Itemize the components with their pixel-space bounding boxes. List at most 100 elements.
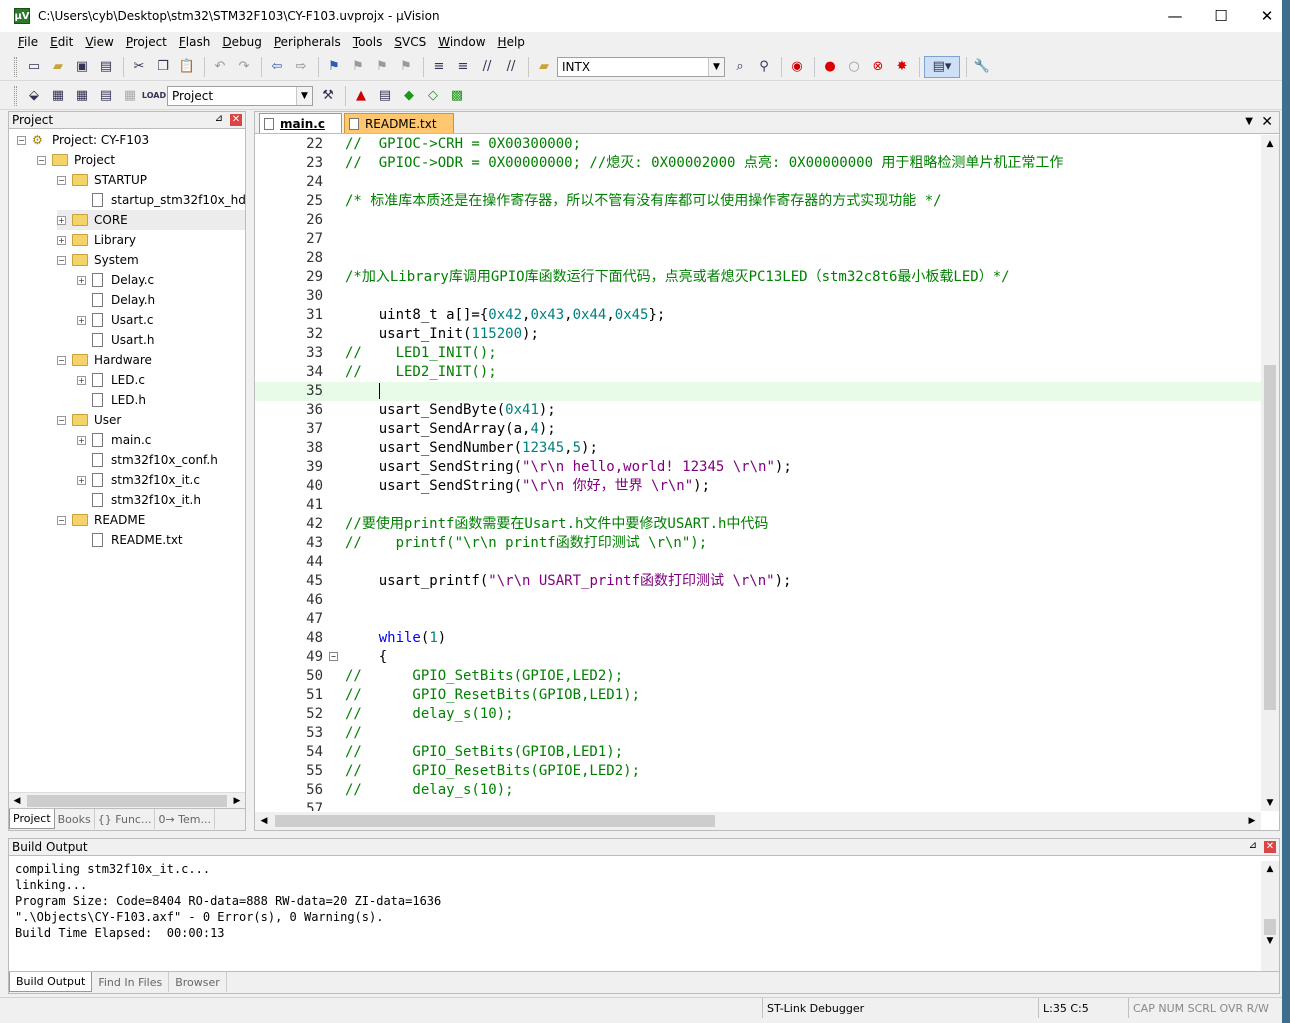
code-line[interactable]: 46 <box>255 591 1261 610</box>
unindent-icon[interactable]: ≡ <box>452 56 474 78</box>
save-icon[interactable]: ▣ <box>71 56 93 78</box>
expand-icon[interactable]: + <box>57 215 66 225</box>
code-line[interactable]: 32 usart_Init(115200); <box>255 325 1261 344</box>
tab-project-panel-2[interactable]: {} Func... <box>95 809 156 829</box>
expand-icon[interactable]: + <box>77 275 86 285</box>
code-line[interactable]: 24 <box>255 173 1261 192</box>
tree-node-delay-c[interactable]: + Delay.c <box>77 270 154 290</box>
tree-node-project-cy-f103[interactable]: − ⚙ Project: CY-F103 <box>17 130 149 150</box>
breakpoint-kill-all-icon[interactable]: ✸ <box>891 56 913 78</box>
rebuild-icon[interactable]: ▦ <box>71 85 93 107</box>
open-folder-icon[interactable]: ▰ <box>47 56 69 78</box>
code-line[interactable]: 50 // GPIO_SetBits(GPIOE,LED2); <box>255 667 1261 686</box>
pack-installer-icon[interactable]: ◇ <box>422 85 444 107</box>
code-line[interactable]: 37 usart_SendArray(a,4); <box>255 420 1261 439</box>
code-line[interactable]: 23 // GPIOC->ODR = 0X00000000; //熄灭: 0X00… <box>255 154 1261 173</box>
code-line[interactable]: 26 <box>255 211 1261 230</box>
menu-peripherals[interactable]: Peripherals <box>268 35 347 49</box>
tree-node-stm32f10x-it-h[interactable]: stm32f10x_it.h <box>77 490 201 510</box>
debug-start-icon[interactable]: ◉ <box>786 56 808 78</box>
editor-hscrollbar[interactable]: ◀ ▶ <box>255 812 1261 830</box>
menu-view[interactable]: View <box>79 35 119 49</box>
expand-icon[interactable]: + <box>57 235 66 245</box>
close-icon[interactable]: ✕ <box>230 114 242 126</box>
code-line[interactable]: 55 // GPIO_ResetBits(GPIOE,LED2); <box>255 762 1261 781</box>
tab-project-panel-3[interactable]: 0→ Tem... <box>155 809 215 829</box>
code-line[interactable]: 30 <box>255 287 1261 306</box>
translate-icon[interactable]: ⬙ <box>23 85 45 107</box>
scroll-thumb[interactable] <box>1264 365 1276 710</box>
tab-build-output[interactable]: Build Output <box>9 972 93 992</box>
scroll-left-icon[interactable]: ◀ <box>9 793 25 809</box>
tree-node-usart-h[interactable]: Usart.h <box>77 330 154 350</box>
scroll-thumb[interactable] <box>27 795 227 807</box>
minimize-button[interactable]: — <box>1152 0 1198 32</box>
menu-edit[interactable]: Edit <box>44 35 79 49</box>
tree-node-startup[interactable]: − STARTUP <box>57 170 147 190</box>
window-layout-icon[interactable]: ▤▾ <box>924 55 960 78</box>
scroll-right-icon[interactable]: ▶ <box>229 793 245 809</box>
tree-node-stm32f10x-conf-h[interactable]: stm32f10x_conf.h <box>77 450 218 470</box>
tab-browser[interactable]: Browser <box>169 972 227 992</box>
fold-collapse-icon[interactable]: − <box>329 652 338 661</box>
expand-icon[interactable]: + <box>77 315 86 325</box>
manage-runtime-icon[interactable]: ◆ <box>398 85 420 107</box>
code-area[interactable]: 22 // GPIOC->CRH = 0X00300000; 23 // GPIOC-… <box>255 135 1261 811</box>
code-line[interactable]: 27 <box>255 230 1261 249</box>
prev-bookmark-icon[interactable]: ⚑ <box>347 56 369 78</box>
chevron-down-icon[interactable]: ▼ <box>708 57 724 76</box>
code-line[interactable]: 29 /*加入Library库调用GPIO库函数运行下面代码，点亮或者熄灭PC13… <box>255 268 1261 287</box>
select-packs-icon[interactable]: ▤ <box>374 85 396 107</box>
find-combo[interactable]: INTX ▼ <box>557 56 725 77</box>
build-icon[interactable]: ▦ <box>47 85 69 107</box>
code-line[interactable]: 33 // LED1_INIT(); <box>255 344 1261 363</box>
clear-bookmarks-icon[interactable]: ⚑ <box>395 56 417 78</box>
collapse-icon[interactable]: − <box>57 175 66 185</box>
copy-icon[interactable]: ❐ <box>152 56 174 78</box>
tree-node-stm32f10x-it-c[interactable]: + stm32f10x_it.c <box>77 470 200 490</box>
tree-node-core[interactable]: + CORE <box>57 210 245 230</box>
collapse-icon[interactable]: − <box>17 135 26 145</box>
uncomment-icon[interactable]: // <box>500 56 522 78</box>
tree-node-library[interactable]: + Library <box>57 230 136 250</box>
pin-icon[interactable]: ⊿ <box>1249 840 1257 851</box>
tab-readme-txt[interactable]: README.txt <box>343 113 454 133</box>
close-icon[interactable]: ✕ <box>1264 841 1276 853</box>
tree-node-led-h[interactable]: LED.h <box>77 390 146 410</box>
tab-find-in-files[interactable]: Find In Files <box>92 972 170 992</box>
code-line[interactable]: 49− { <box>255 648 1261 667</box>
code-line[interactable]: 47 <box>255 610 1261 629</box>
code-line[interactable]: 28 <box>255 249 1261 268</box>
scroll-right-icon[interactable]: ▶ <box>1243 812 1261 830</box>
scroll-down-icon[interactable]: ▼ <box>1261 933 1279 949</box>
comment-icon[interactable]: // <box>476 56 498 78</box>
code-line[interactable]: 38 usart_SendNumber(12345,5); <box>255 439 1261 458</box>
tree-node-main-c[interactable]: + main.c <box>77 430 151 450</box>
software-packs-icon[interactable]: ▩ <box>446 85 468 107</box>
next-bookmark-icon[interactable]: ⚑ <box>371 56 393 78</box>
tree-node-readme-txt[interactable]: README.txt <box>77 530 183 550</box>
menu-tools[interactable]: Tools <box>347 35 389 49</box>
menu-flash[interactable]: Flash <box>173 35 216 49</box>
chevron-down-icon[interactable]: ▼ <box>296 86 312 105</box>
code-line[interactable]: 42 //要使用printf函数需要在Usart.h文件中要修改USART.h中代… <box>255 515 1261 534</box>
tab-project-panel-0[interactable]: Project <box>9 809 55 829</box>
breakpoint-enable-icon[interactable]: ○ <box>843 56 865 78</box>
scroll-thumb[interactable] <box>275 815 715 827</box>
collapse-icon[interactable]: − <box>57 415 66 425</box>
close-tab-icon[interactable]: ✕ <box>1261 114 1273 130</box>
toolbar-grip[interactable] <box>14 56 17 77</box>
code-line[interactable]: 41 <box>255 496 1261 515</box>
code-line[interactable]: 44 <box>255 553 1261 572</box>
incremental-find-icon[interactable]: ⚲ <box>753 56 775 78</box>
code-line[interactable]: 25 /* 标准库本质还是在操作寄存器，所以不管有没有库都可以使用操作寄存器的方式… <box>255 192 1261 211</box>
code-line[interactable]: 39 usart_SendString("\r\n hello,world! 1… <box>255 458 1261 477</box>
find-in-files-icon[interactable]: ▰ <box>533 56 555 78</box>
code-line[interactable]: 31 uint8_t a[]={0x42,0x43,0x44,0x45}; <box>255 306 1261 325</box>
code-line[interactable]: 36 usart_SendByte(0x41); <box>255 401 1261 420</box>
expand-icon[interactable]: + <box>77 475 86 485</box>
scroll-up-icon[interactable]: ▲ <box>1261 861 1279 877</box>
toolbar-grip[interactable] <box>14 85 17 106</box>
collapse-icon[interactable]: − <box>57 515 66 525</box>
build-output-text[interactable]: compiling stm32f10x_it.c... linking... Pro… <box>9 861 1261 971</box>
